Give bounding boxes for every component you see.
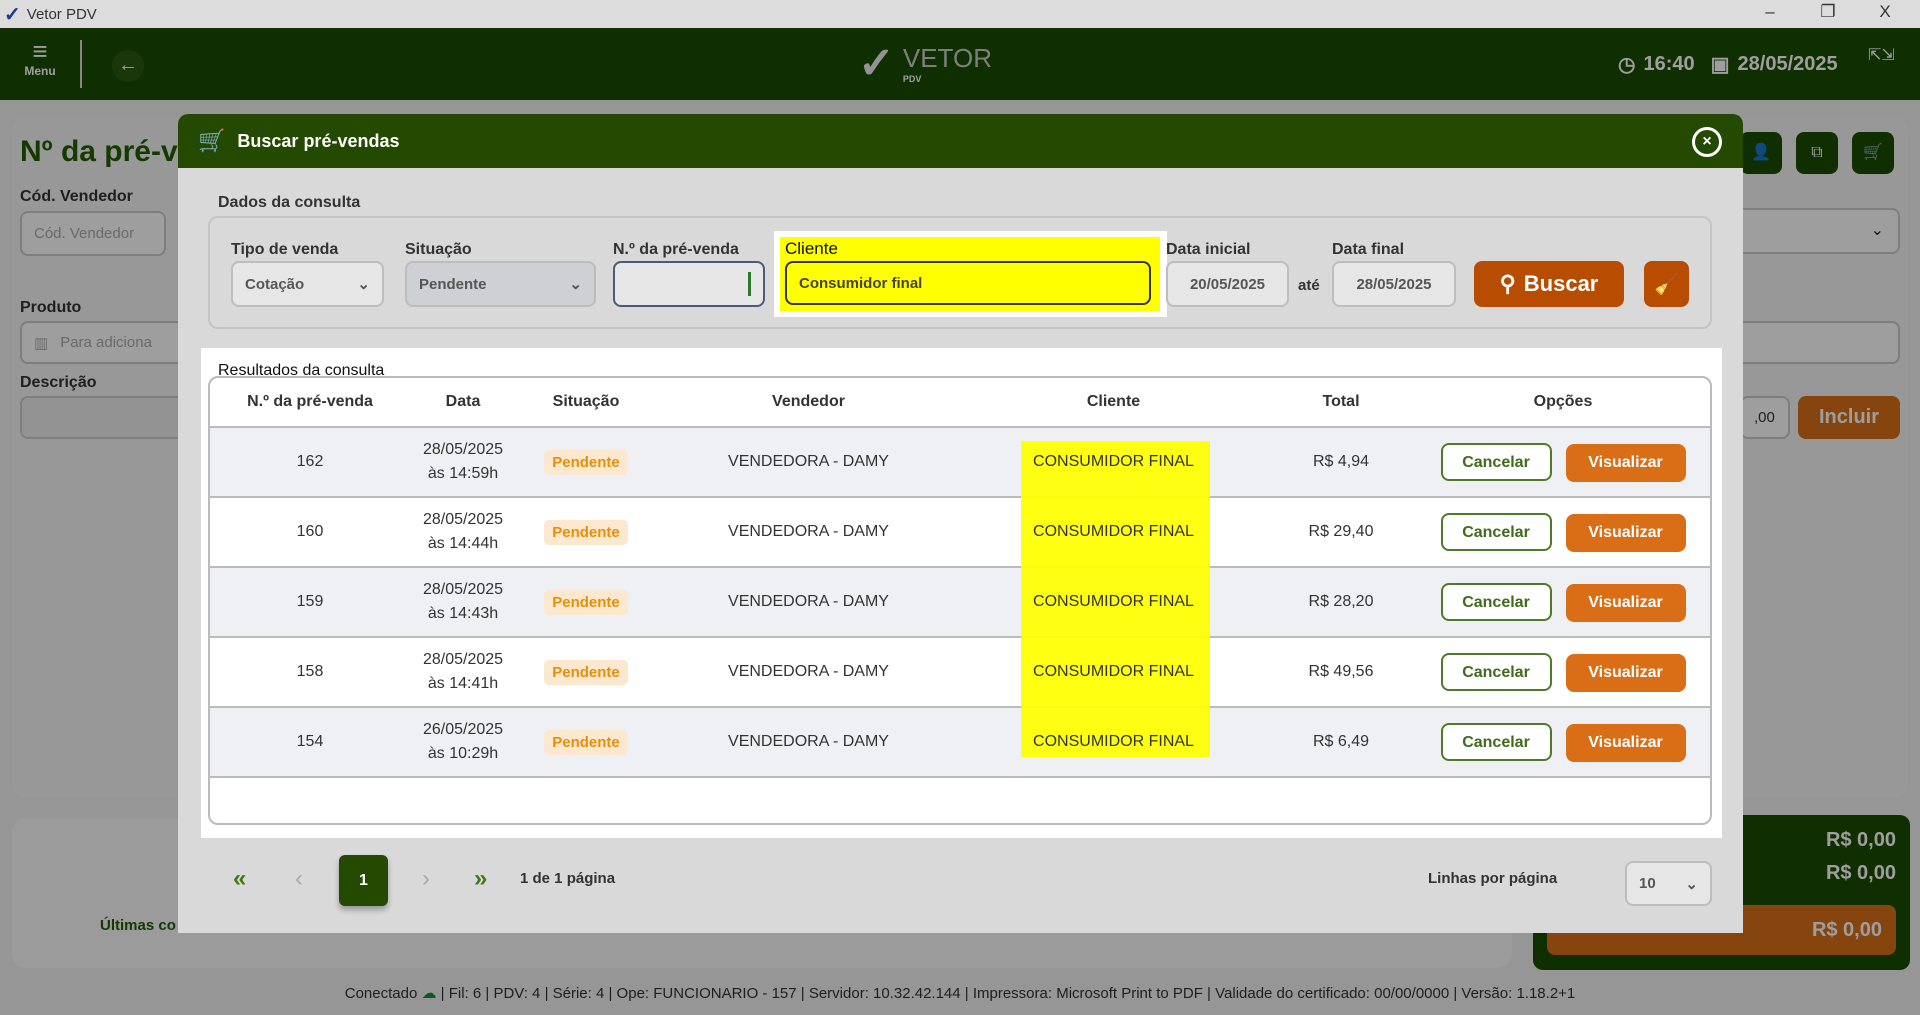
table-row: 160 28/05/2025 às 14:44h Pendente VENDEDO… (210, 497, 1710, 568)
view-button[interactable]: Visualizar (1565, 723, 1686, 762)
cart-icon: 🛒 (198, 128, 226, 153)
first-page-button[interactable]: « (233, 865, 246, 893)
status-badge: Pendente (544, 729, 628, 755)
search-icon: ⚲ (1499, 271, 1516, 296)
data-final-input[interactable]: 28/05/2025 (1332, 261, 1456, 307)
app-logo-icon: ✓ (4, 3, 21, 26)
cliente-cell: CONSUMIDOR FINAL (961, 637, 1266, 708)
window-title: Vetor PDV (26, 5, 97, 23)
column-header: Situação (516, 378, 656, 428)
prev-page-button[interactable]: ‹ (295, 865, 303, 893)
close-window-button[interactable]: X (1870, 2, 1900, 22)
vendedor-cell: VENDEDORA - DAMY (656, 497, 961, 568)
numero-prevenda-input[interactable] (613, 261, 765, 307)
table-row: 162 28/05/2025 às 14:59h Pendente VENDEDO… (210, 427, 1710, 498)
presale-date: 28/05/2025 às 14:59h (410, 427, 516, 498)
cancel-button[interactable]: Cancelar (1440, 442, 1552, 481)
vendedor-cell: VENDEDORA - DAMY (656, 427, 961, 498)
presale-number: 159 (210, 567, 410, 638)
chevron-down-icon: ⌄ (569, 276, 582, 293)
presale-number: 162 (210, 427, 410, 498)
column-header: Data (410, 378, 516, 428)
presale-date: 26/05/2025 às 10:29h (410, 707, 516, 778)
view-button[interactable]: Visualizar (1565, 653, 1686, 692)
modal-title: Buscar pré-vendas (237, 130, 400, 151)
broom-icon: 🧹 (1654, 273, 1679, 296)
close-modal-button[interactable]: × (1692, 127, 1722, 157)
view-button[interactable]: Visualizar (1565, 443, 1686, 482)
view-button[interactable]: Visualizar (1565, 513, 1686, 552)
status-badge: Pendente (544, 659, 628, 685)
column-header: N.º da pré-venda (210, 378, 410, 428)
view-button[interactable]: Visualizar (1565, 583, 1686, 622)
results-table-container: N.º da pré-venda Data Situação Vendedor Clie… (208, 376, 1712, 825)
page-1-button[interactable]: 1 (339, 855, 388, 906)
cliente-cell: CONSUMIDOR FINAL (961, 427, 1266, 498)
column-header: Opções (1416, 378, 1710, 428)
last-page-button[interactable]: » (474, 865, 487, 893)
next-page-button[interactable]: › (422, 865, 430, 893)
table-row: 154 26/05/2025 às 10:29h Pendente VENDEDO… (210, 707, 1710, 778)
column-header: Cliente (961, 378, 1266, 428)
results-table: N.º da pré-venda Data Situação Vendedor Clie… (210, 378, 1710, 817)
total-cell: R$ 28,20 (1266, 567, 1416, 638)
page-info: 1 de 1 página (520, 870, 616, 887)
search-presales-modal: 🛒 Buscar pré-vendas × Dados da consulta … (178, 114, 1743, 933)
presale-number: 158 (210, 637, 410, 708)
table-row: 158 28/05/2025 às 14:41h Pendente VENDEDO… (210, 637, 1710, 708)
total-cell: R$ 29,40 (1266, 497, 1416, 568)
clear-filters-button[interactable]: 🧹 (1644, 261, 1689, 307)
cliente-cell: CONSUMIDOR FINAL (961, 567, 1266, 638)
chevron-down-icon: ⌄ (357, 276, 370, 293)
column-header: Vendedor (656, 378, 961, 428)
cliente-input[interactable]: Consumidor final (785, 261, 1151, 305)
query-section-label: Dados da consulta (218, 194, 361, 211)
presale-number: 154 (210, 707, 410, 778)
column-header: Total (1266, 378, 1416, 428)
buscar-button[interactable]: ⚲ Buscar (1474, 261, 1624, 307)
data-inicial-input[interactable]: 20/05/2025 (1166, 261, 1289, 307)
text-cursor (748, 272, 751, 296)
cliente-label: Cliente (785, 239, 838, 258)
cancel-button[interactable]: Cancelar (1440, 652, 1552, 691)
situacao-select[interactable]: Pendente ⌄ (405, 261, 596, 307)
rows-per-page-label: Linhas por página (1428, 870, 1558, 887)
cancel-button[interactable]: Cancelar (1440, 722, 1552, 761)
cliente-cell: CONSUMIDOR FINAL (961, 497, 1266, 568)
cancel-button[interactable]: Cancelar (1440, 512, 1552, 551)
tipo-venda-select[interactable]: Cotação ⌄ (231, 261, 384, 307)
total-cell: R$ 4,94 (1266, 427, 1416, 498)
restore-button[interactable]: ❐ (1813, 2, 1843, 22)
vendedor-cell: VENDEDORA - DAMY (656, 567, 961, 638)
status-badge: Pendente (544, 519, 628, 545)
status-badge: Pendente (544, 589, 628, 615)
modal-header: 🛒 Buscar pré-vendas × (178, 114, 1743, 168)
chevron-down-icon: ⌄ (1685, 875, 1698, 893)
presale-date: 28/05/2025 às 14:43h (410, 567, 516, 638)
presale-date: 28/05/2025 às 14:41h (410, 637, 516, 708)
table-row: 159 28/05/2025 às 14:43h Pendente VENDEDO… (210, 567, 1710, 638)
status-badge: Pendente (544, 449, 628, 475)
cliente-cell: CONSUMIDOR FINAL (961, 707, 1266, 778)
cancel-button[interactable]: Cancelar (1440, 582, 1552, 621)
vendedor-cell: VENDEDORA - DAMY (656, 637, 961, 708)
results-panel: Resultados da consulta N.º da pré-venda D… (201, 348, 1722, 838)
total-cell: R$ 6,49 (1266, 707, 1416, 778)
window-titlebar: ✓ Vetor PDV – ❐ X (0, 0, 1920, 28)
presale-number: 160 (210, 497, 410, 568)
rows-per-page-select[interactable]: 10 ⌄ (1625, 861, 1712, 906)
total-cell: R$ 49,56 (1266, 637, 1416, 708)
minimize-button[interactable]: – (1755, 2, 1785, 22)
vendedor-cell: VENDEDORA - DAMY (656, 707, 961, 778)
presale-date: 28/05/2025 às 14:44h (410, 497, 516, 568)
